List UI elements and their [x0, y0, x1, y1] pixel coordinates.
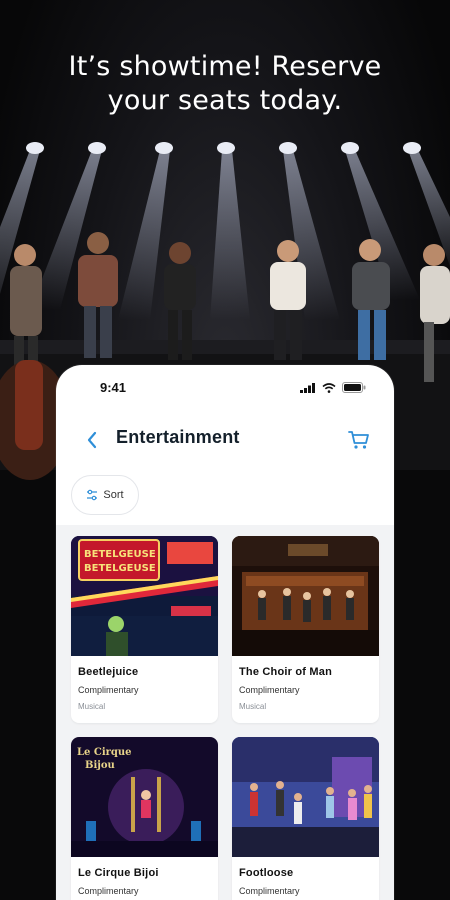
- sort-button[interactable]: Sort: [71, 475, 139, 515]
- beetlejuice-marquee-image: BETELGEUSE BETELGEUSE: [71, 536, 218, 656]
- svg-text:Bijou: Bijou: [85, 760, 115, 771]
- show-price: Complimentary: [78, 685, 139, 695]
- show-name: Footloose: [239, 867, 294, 879]
- show-card-le-cirque-bijoi[interactable]: Le Cirque Bijou Le Cirque Bijoi Complime…: [71, 737, 218, 900]
- show-card-beetlejuice[interactable]: BETELGEUSE BETELGEUSE Beetlejuice Compli…: [71, 536, 218, 723]
- footloose-stage-image: [232, 737, 379, 857]
- svg-text:BETELGEUSE: BETELGEUSE: [84, 549, 156, 560]
- show-grid: BETELGEUSE BETELGEUSE Beetlejuice Compli…: [56, 525, 394, 900]
- show-price: Complimentary: [239, 886, 300, 896]
- show-price: Complimentary: [239, 685, 300, 695]
- cart-button[interactable]: [346, 427, 372, 453]
- wifi-icon: [322, 382, 336, 393]
- choir-of-man-stage-image: [232, 536, 379, 656]
- promo-headline-line2: your seats today.: [107, 85, 343, 116]
- show-genre: Musical: [239, 702, 267, 711]
- show-name: Le Cirque Bijoi: [78, 867, 159, 879]
- show-name: Beetlejuice: [78, 666, 139, 678]
- svg-text:BETELGEUSE: BETELGEUSE: [84, 563, 156, 574]
- cart-icon: [348, 431, 369, 449]
- le-cirque-bijou-image: Le Cirque Bijou: [71, 737, 218, 857]
- sort-label: Sort: [103, 489, 124, 501]
- promo-headline: It’s showtime! Reserve your seats today.: [0, 50, 450, 118]
- status-time: 9:41: [100, 380, 127, 395]
- phone-screen: 9:41 Entertainment Sort BETELGEUSE BETEL…: [56, 365, 394, 900]
- status-bar: 9:41: [56, 365, 394, 411]
- svg-text:Le Cirque: Le Cirque: [77, 747, 132, 758]
- show-name: The Choir of Man: [239, 666, 333, 678]
- show-card-choir-of-man[interactable]: The Choir of Man Complimentary Musical: [232, 536, 379, 723]
- show-price: Complimentary: [78, 886, 139, 896]
- chevron-left-icon: [87, 431, 97, 449]
- show-card-footloose[interactable]: Footloose Complimentary: [232, 737, 379, 900]
- promo-headline-line1: It’s showtime! Reserve: [68, 51, 382, 82]
- app-header: Entertainment: [56, 423, 394, 457]
- sliders-icon: [87, 489, 98, 501]
- battery-icon: [342, 382, 366, 393]
- show-genre: Musical: [78, 702, 106, 711]
- signal-icon: [300, 382, 315, 393]
- status-icons: [300, 382, 366, 393]
- back-button[interactable]: [82, 427, 104, 453]
- page-title: Entertainment: [116, 427, 240, 447]
